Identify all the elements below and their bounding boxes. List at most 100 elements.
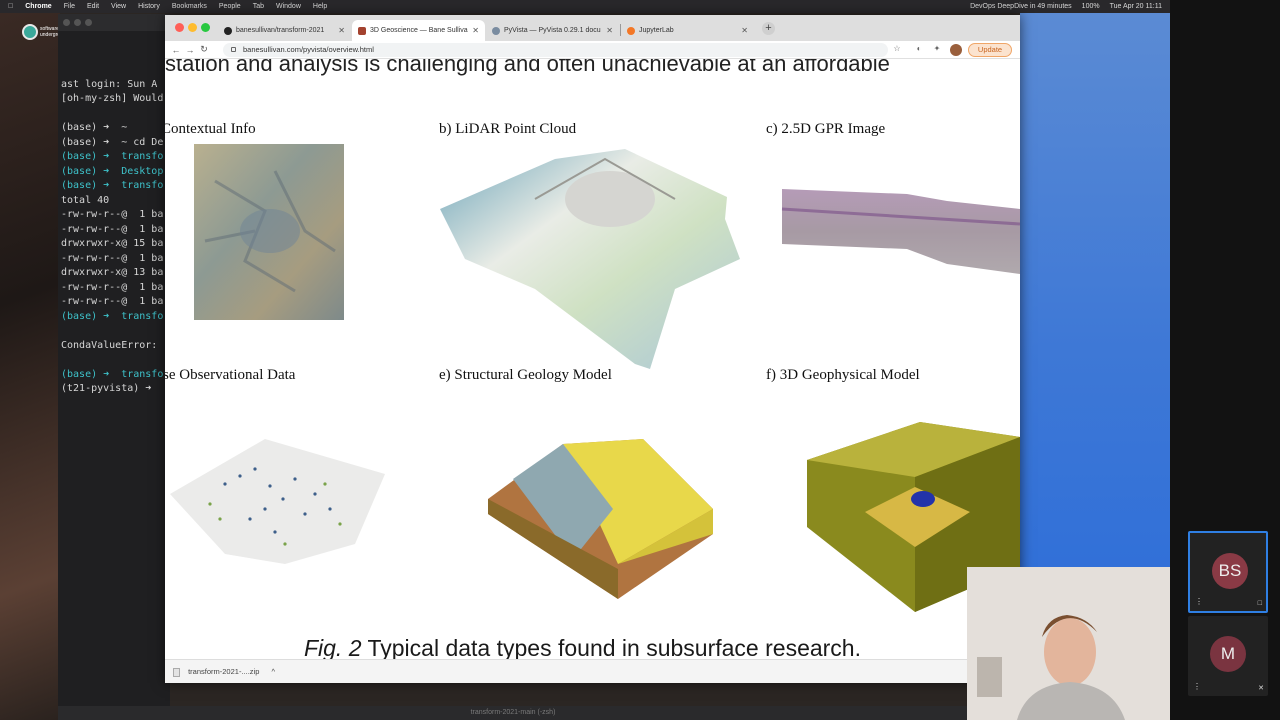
cut-off-paragraph: station and analysis is challenging and …	[165, 59, 890, 76]
terminal-line: (base) ➜ transfo	[61, 368, 164, 380]
terminal-line: [oh-my-zsh] Would	[61, 93, 164, 104]
tab-pyvista-docs[interactable]: PyVista — PyVista 0.29.1 docu ✕	[486, 20, 619, 41]
terminal-line: -rw-rw-r--@ 1 ba	[61, 223, 164, 235]
profile-avatar[interactable]	[950, 44, 962, 56]
menu-item-chrome[interactable]: Chrome	[25, 3, 51, 10]
download-item[interactable]: transform-2021-....zip ^	[173, 665, 275, 679]
close-tab-icon[interactable]: ✕	[606, 26, 613, 35]
close-tab-icon[interactable]: ✕	[338, 26, 345, 35]
extension-icon[interactable]: ◐	[914, 44, 924, 54]
bookmark-star-icon[interactable]: ☆	[892, 44, 902, 54]
participant-avatar: M	[1210, 636, 1246, 672]
tab-title: JupyterLab	[639, 27, 674, 34]
lock-icon	[231, 47, 236, 52]
terminal-footer: transform-2021-main (-zsh)	[58, 706, 968, 720]
menu-item-file[interactable]: File	[64, 3, 75, 10]
tab-github[interactable]: banesullivan/transform-2021 ✕	[218, 20, 351, 41]
menu-item-bookmarks[interactable]: Bookmarks	[172, 3, 207, 10]
terminal-line: drwxrwxr-x@ 15 ba	[61, 238, 164, 249]
minimize-window-button[interactable]	[188, 23, 197, 32]
menu-item-tab[interactable]: Tab	[253, 3, 264, 10]
zoom-window-button[interactable]	[201, 23, 210, 32]
terminal-output: ast login: Sun A [oh-my-zsh] Would (base)…	[61, 78, 170, 397]
close-window-button[interactable]	[175, 23, 184, 32]
zip-file-icon	[173, 667, 180, 677]
download-filename: transform-2021-....zip	[188, 667, 260, 676]
terminal-minimize-button[interactable]	[74, 19, 81, 26]
observational-data-image	[170, 439, 385, 564]
new-tab-button[interactable]: +	[762, 22, 775, 35]
url-text: banesullivan.com/pyvista/overview.html	[243, 45, 374, 54]
terminal-line: (base) ➜ transfo	[61, 180, 164, 191]
download-menu-chevron[interactable]: ^	[271, 667, 275, 676]
screen-share-icon: □	[1257, 600, 1262, 607]
calendar-reminder-status[interactable]: DevOps DeepDive in 49 minutes	[970, 3, 1072, 10]
menu-item-help[interactable]: Help	[313, 3, 327, 10]
desktop-wallpaper-left	[0, 13, 60, 720]
menu-item-people[interactable]: People	[219, 3, 241, 10]
terminal-line: drwxrwxr-x@ 13 ba	[61, 267, 164, 278]
tab-3d-geoscience[interactable]: 3D Geoscience — Bane Sulliva ✕	[352, 20, 485, 41]
participant-avatar: BS	[1212, 553, 1248, 589]
terminal-line: total 40	[61, 194, 110, 206]
terminal-line: (base) ➜ Desktop	[61, 165, 164, 177]
terminal-window[interactable]: ast login: Sun A [oh-my-zsh] Would (base)…	[58, 14, 170, 714]
menu-clock[interactable]: Tue Apr 20 11:11	[1110, 3, 1162, 10]
browser-toolbar: ← → ↻ banesullivan.com/pyvista/overview.…	[165, 41, 1020, 59]
speaker-video-tile[interactable]	[967, 567, 1170, 720]
participant-tile-bs[interactable]: BS ⋮ □	[1188, 531, 1268, 613]
terminal-line: -rw-rw-r--@ 1 ba	[61, 252, 164, 264]
update-button[interactable]: Update	[968, 43, 1012, 57]
close-tab-icon[interactable]: ✕	[741, 26, 748, 35]
download-shelf: transform-2021-....zip ^	[165, 659, 1020, 683]
pyvista-icon	[492, 26, 500, 35]
puzzle-icon[interactable]: ✦	[932, 44, 942, 54]
contextual-map-image	[194, 144, 344, 320]
reload-icon[interactable]: ↻	[197, 44, 211, 55]
tab-title: PyVista — PyVista 0.29.1 docu	[504, 27, 601, 34]
terminal-line: -rw-rw-r--@ 1 ba	[61, 209, 164, 220]
address-bar[interactable]: banesullivan.com/pyvista/overview.html	[223, 43, 888, 57]
chrome-browser-window: banesullivan/transform-2021 ✕ 3D Geoscie…	[165, 15, 1020, 683]
menu-item-edit[interactable]: Edit	[87, 3, 99, 10]
tab-strip: banesullivan/transform-2021 ✕ 3D Geoscie…	[165, 15, 1020, 41]
battery-status[interactable]: 100%	[1082, 3, 1100, 10]
gpr-image	[781, 189, 1020, 274]
more-options-icon[interactable]: ⋮	[1193, 682, 1201, 691]
github-icon	[224, 26, 232, 35]
desktop-wallpaper-blue	[1020, 13, 1170, 573]
forward-arrow-icon[interactable]: →	[183, 45, 197, 55]
apple-icon[interactable]: 	[8, 3, 13, 10]
menu-item-view[interactable]: View	[111, 3, 126, 10]
jupyter-icon	[627, 26, 635, 35]
terminal-titlebar	[58, 14, 170, 31]
caption-text: Typical data types found in subsurface r…	[361, 635, 861, 659]
figure-caption: Fig. 2 Typical data types found in subsu…	[165, 635, 1000, 659]
lidar-point-cloud-image	[440, 149, 740, 369]
panel-label-geophysical: f) 3D Geophysical Model	[766, 367, 920, 383]
back-arrow-icon[interactable]: ←	[169, 45, 183, 55]
panel-label-gpr: c) 2.5D GPR Image	[766, 121, 886, 137]
tab-title: 3D Geoscience — Bane Sulliva	[370, 27, 468, 34]
more-options-icon[interactable]: ⋮	[1195, 597, 1203, 606]
close-tab-icon[interactable]: ✕	[472, 26, 479, 35]
terminal-line: ast login: Sun A	[61, 78, 158, 90]
terminal-close-button[interactable]	[63, 19, 70, 26]
speaker-video-image	[967, 567, 1170, 720]
menu-item-window[interactable]: Window	[276, 3, 301, 10]
software-underground-logo-icon	[22, 24, 38, 40]
page-icon	[358, 26, 366, 35]
terminal-line: -rw-rw-r--@ 1 ba	[61, 281, 164, 293]
terminal-line: (base) ➜ ~	[61, 122, 128, 133]
menu-item-history[interactable]: History	[138, 3, 160, 10]
terminal-line: (base) ➜ transfo	[61, 151, 164, 162]
terminal-line: (t21-pyvista) ➜	[61, 383, 152, 394]
participant-tile-m[interactable]: M ⋮ ✕	[1188, 616, 1268, 696]
terminal-zoom-button[interactable]	[85, 19, 92, 26]
tab-jupyterlab[interactable]: JupyterLab ✕	[621, 20, 754, 41]
panel-label-lidar: b) LiDAR Point Cloud	[439, 121, 577, 137]
terminal-line: (base) ➜ transfo	[61, 310, 164, 322]
